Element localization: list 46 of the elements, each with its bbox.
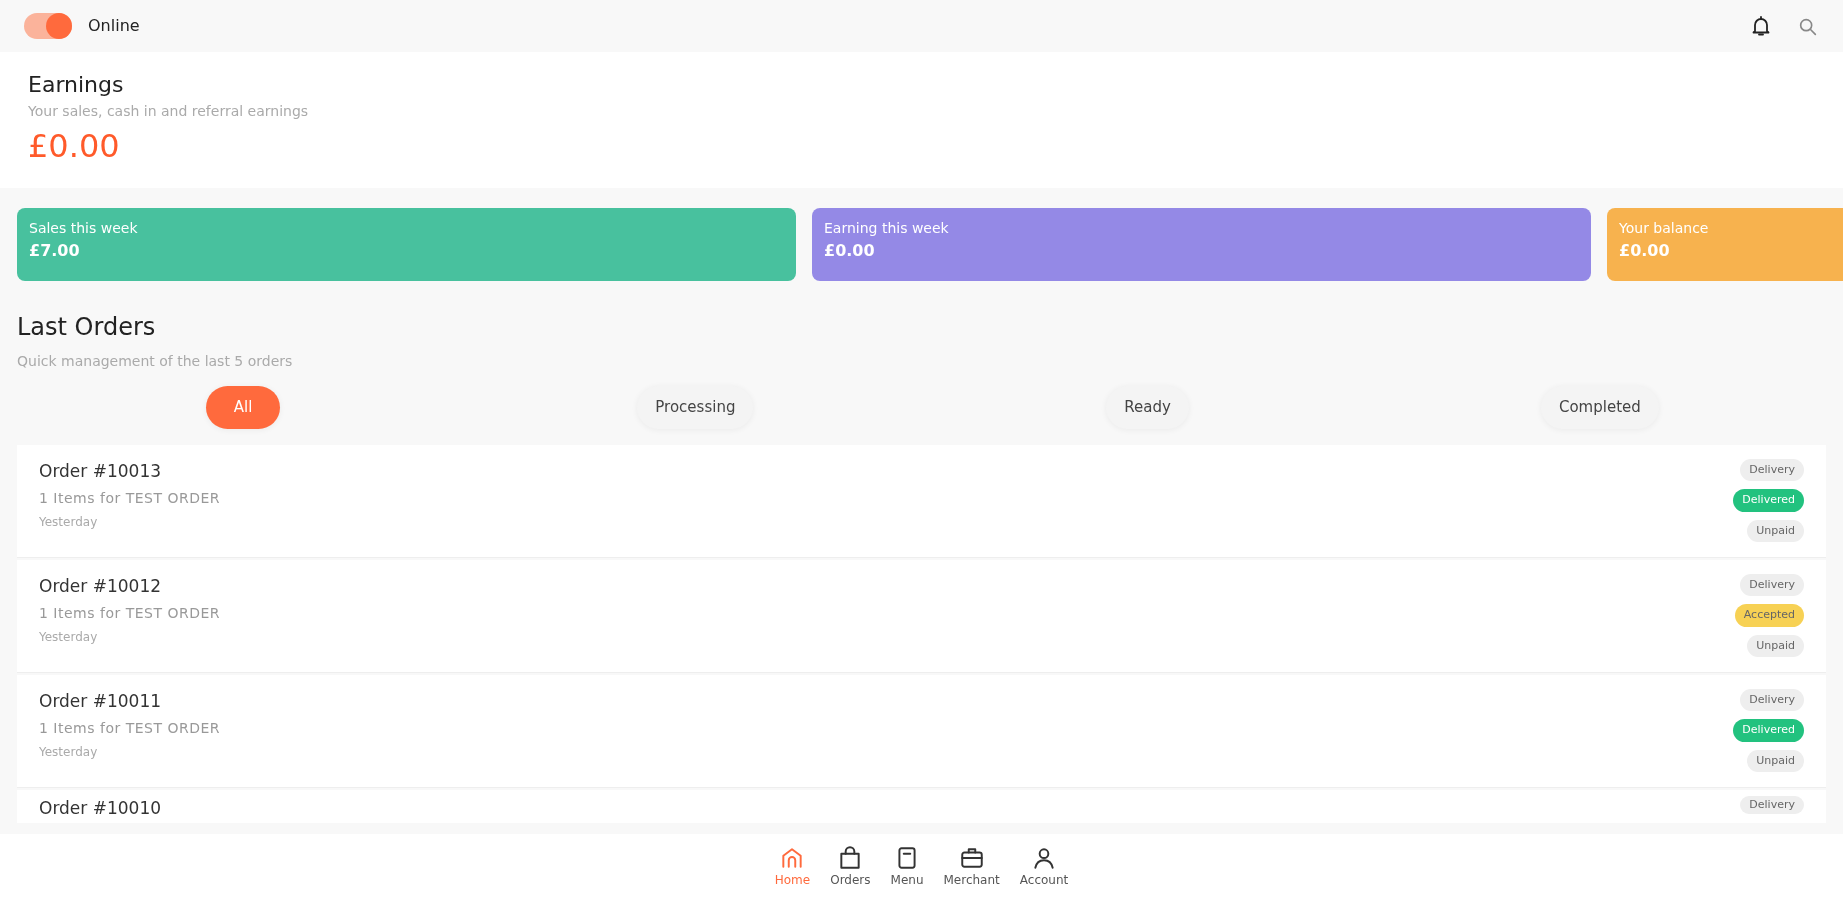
order-tag: Unpaid — [1747, 519, 1804, 542]
section-title: Last Orders — [17, 312, 157, 343]
order-tag: Delivered — [1733, 489, 1804, 512]
order-title: Order #10013 — [39, 459, 163, 483]
toggle-switch[interactable] — [24, 13, 72, 39]
order-title: Order #10010 — [39, 796, 163, 820]
nav-tab[interactable]: Menu — [884, 839, 930, 895]
filter-tab[interactable]: Completed — [1540, 386, 1659, 429]
section-subtitle: Quick management of the last 5 orders — [17, 352, 294, 371]
briefcase-icon — [958, 845, 985, 871]
order-tag: Unpaid — [1747, 634, 1804, 657]
order-tag: Delivery — [1740, 573, 1804, 596]
order-row[interactable]: Order #10013 1 Items for TEST ORDER Yesterday Delivery Delivered Unpaid — [17, 444, 1826, 558]
earnings-amount: £0.00 — [28, 126, 121, 167]
order-items: 1 Items for TEST ORDER — [39, 719, 222, 738]
stat-label: Earning this week — [824, 219, 950, 238]
order-title: Order #10012 — [39, 574, 163, 598]
person-icon — [1031, 845, 1057, 871]
order-date: Yesterday — [39, 514, 99, 531]
earnings-title: Earnings — [28, 71, 125, 99]
order-items: 1 Items for TEST ORDER — [39, 604, 222, 623]
stat-value: £0.00 — [824, 240, 876, 262]
stat-label: Sales this week — [29, 219, 139, 238]
order-tag: Accepted — [1734, 604, 1804, 627]
filter-tab[interactable]: Processing — [637, 386, 754, 429]
order-row[interactable]: Order #10010 Delivery — [17, 789, 1826, 823]
order-date: Yesterday — [39, 744, 99, 761]
order-tag: Unpaid — [1747, 749, 1804, 772]
order-tag: Delivered — [1733, 719, 1804, 742]
stat-value: £7.00 — [29, 240, 81, 262]
order-items: 1 Items for TEST ORDER — [39, 489, 222, 508]
nav-tab[interactable]: Merchant — [937, 839, 1006, 895]
order-row[interactable]: Order #10012 1 Items for TEST ORDER Yesterday Delivery Accepted Unpaid — [17, 559, 1826, 673]
stat-label: Your balance — [1619, 219, 1710, 238]
order-date: Yesterday — [39, 629, 99, 646]
filter-tab[interactable]: Ready — [1106, 386, 1189, 429]
order-row[interactable]: Order #10011 1 Items for TEST ORDER Yesterday Delivery Delivered Unpaid — [17, 674, 1826, 788]
order-tag: Delivery — [1740, 795, 1804, 814]
order-tag: Delivery — [1740, 458, 1804, 481]
nav-tab[interactable]: Orders — [824, 839, 877, 895]
stat-value: £0.00 — [1619, 240, 1671, 262]
earnings-subtitle: Your sales, cash in and referral earnings — [28, 102, 310, 121]
nav-tab[interactable]: Account — [1013, 839, 1075, 895]
order-tag: Delivery — [1740, 688, 1804, 711]
status-label: Online — [88, 15, 140, 37]
order-title: Order #10011 — [39, 689, 163, 713]
